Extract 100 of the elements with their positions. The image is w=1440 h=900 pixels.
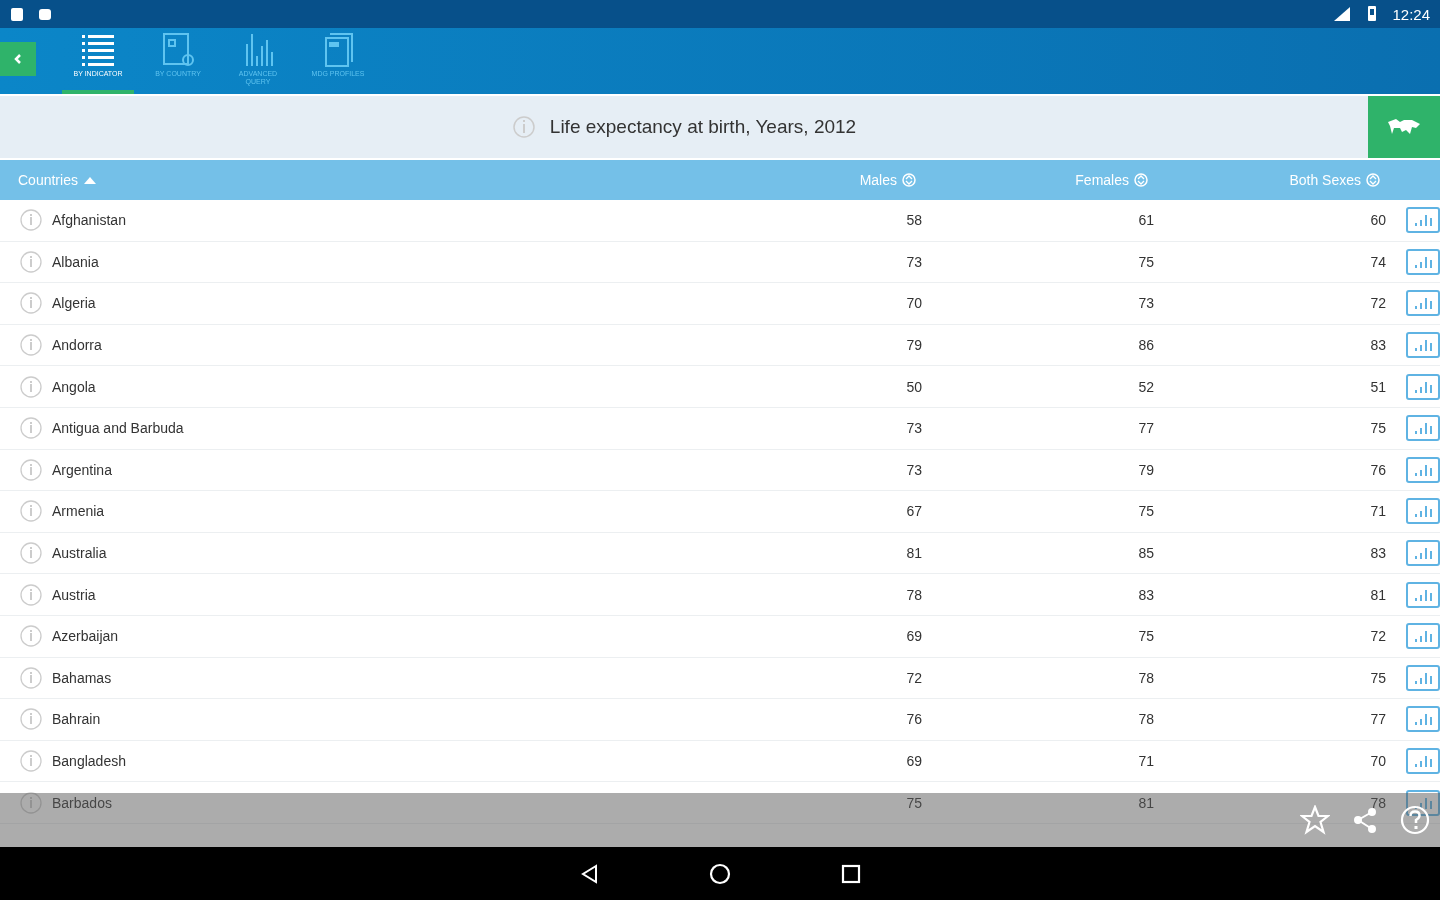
country-name: Bangladesh [52,753,126,769]
chart-button[interactable] [1406,664,1440,691]
table-cell-text: 74 [1369,253,1386,270]
chart-button[interactable] [1406,290,1440,317]
country-name: Antigua and Barbuda [52,420,184,437]
bar-chart-icon [1413,546,1433,561]
chart-button[interactable] [1406,581,1440,608]
country-name: Albania [52,253,99,270]
chart-button[interactable] [1406,332,1440,359]
chart-button[interactable] [1406,207,1440,234]
info-icon[interactable] [20,209,42,232]
share-button[interactable] [1352,806,1378,834]
country-name: Andorra [52,337,102,354]
bar-chart-icon [1413,504,1433,519]
back-nav-button[interactable] [579,862,599,885]
bar-chart-icon [1413,254,1433,269]
chart-button[interactable] [1406,623,1440,650]
table-cell-text: 69 [905,753,922,769]
table-cell-text: 83 [1369,545,1386,562]
country-name: Bahamas [52,669,112,686]
table-cell-text: 60 [1369,212,1386,229]
table-cell-text: 83 [1369,337,1386,354]
info-icon[interactable] [20,417,42,440]
document-icon [160,32,196,68]
table-cell-text: 81 [905,545,922,562]
info-icon[interactable] [20,250,42,273]
table-cell-text: 81 [1137,794,1154,811]
table-cell-text: 75 [905,794,922,811]
chart-button[interactable] [1406,373,1440,400]
table-cell-text: 58 [905,212,922,229]
table-cell-text: 69 [905,628,922,645]
bar-chart-icon [1413,213,1433,228]
table-cell-text: 75 [1369,420,1386,437]
star-icon [1300,805,1330,835]
table-cell-text: 73 [1137,295,1154,312]
column-header[interactable]: Both Sexes [1148,172,1380,188]
info-icon[interactable] [20,666,42,689]
info-icon[interactable] [20,500,42,523]
table-cell-text: 72 [905,669,922,686]
info-icon[interactable] [20,583,42,606]
info-icon[interactable] [20,458,42,481]
table-cell-text: 76 [905,711,922,728]
battery-icon [1366,5,1379,23]
table-cell-text: 77 [1369,711,1386,728]
back-button[interactable] [0,42,36,76]
table-cell-text: 78 [1137,711,1154,728]
country-name: Australia [52,545,107,562]
chart-button[interactable] [1406,415,1440,442]
table-cell-text: 71 [1137,753,1154,769]
table-cell-text: 85 [1137,545,1154,562]
bar-chart-icon [1413,379,1433,394]
info-icon[interactable] [511,115,536,139]
table-cell-text: 50 [905,378,922,395]
chart-button[interactable] [1406,498,1440,525]
world-map-button[interactable] [1368,96,1440,158]
bar-chart-icon [1413,670,1433,685]
column-header[interactable]: Females [916,172,1148,188]
table-cell-text: 75 [1137,628,1154,645]
info-icon[interactable] [20,750,42,772]
bar-chart-icon [1413,795,1433,810]
table-cell-text: 61 [1137,212,1154,229]
info-icon[interactable] [20,542,42,565]
help-button[interactable] [1400,805,1430,835]
sort-icon [1134,173,1148,187]
table-cell-text: 51 [1369,378,1386,395]
home-button[interactable] [709,862,731,885]
info-icon[interactable] [20,708,42,731]
country-name: Argentina [52,461,112,478]
chart-button[interactable] [1406,456,1440,483]
table-cell-text: 73 [905,253,922,270]
info-icon[interactable] [20,375,42,398]
chart-button[interactable] [1406,706,1440,733]
chart-button[interactable] [1406,248,1440,275]
sort-up-icon [82,175,97,185]
table-cell-text: 67 [905,503,922,520]
chart-button[interactable] [1406,748,1440,774]
recents-button[interactable] [841,863,861,884]
table-cell-text: 75 [1369,669,1386,686]
column-header[interactable]: Males [684,172,916,188]
table-cell-text: 72 [1369,628,1386,645]
info-icon[interactable] [20,292,42,315]
chart-button[interactable] [1406,789,1440,816]
table-cell-text: 77 [1137,420,1154,437]
table-cell-text: 73 [905,420,922,437]
favorite-button[interactable] [1300,805,1330,835]
share-icon [1352,806,1378,834]
country-name: Armenia [52,503,105,520]
table-cell-text: 78 [1369,794,1386,811]
column-header[interactable]: Countries [0,172,684,188]
table-cell-text: 76 [1369,461,1386,478]
bar-chart-icon [1413,421,1433,436]
table-cell-text: 81 [1369,586,1386,603]
recents-square-icon [841,863,861,884]
info-icon[interactable] [20,625,42,648]
table-cell-text: 75 [1137,253,1154,270]
bar-chart-icon [1413,587,1433,602]
info-icon[interactable] [20,334,42,357]
chart-button[interactable] [1406,540,1440,567]
table-cell-text: 71 [1369,503,1386,520]
info-icon[interactable] [20,791,42,814]
